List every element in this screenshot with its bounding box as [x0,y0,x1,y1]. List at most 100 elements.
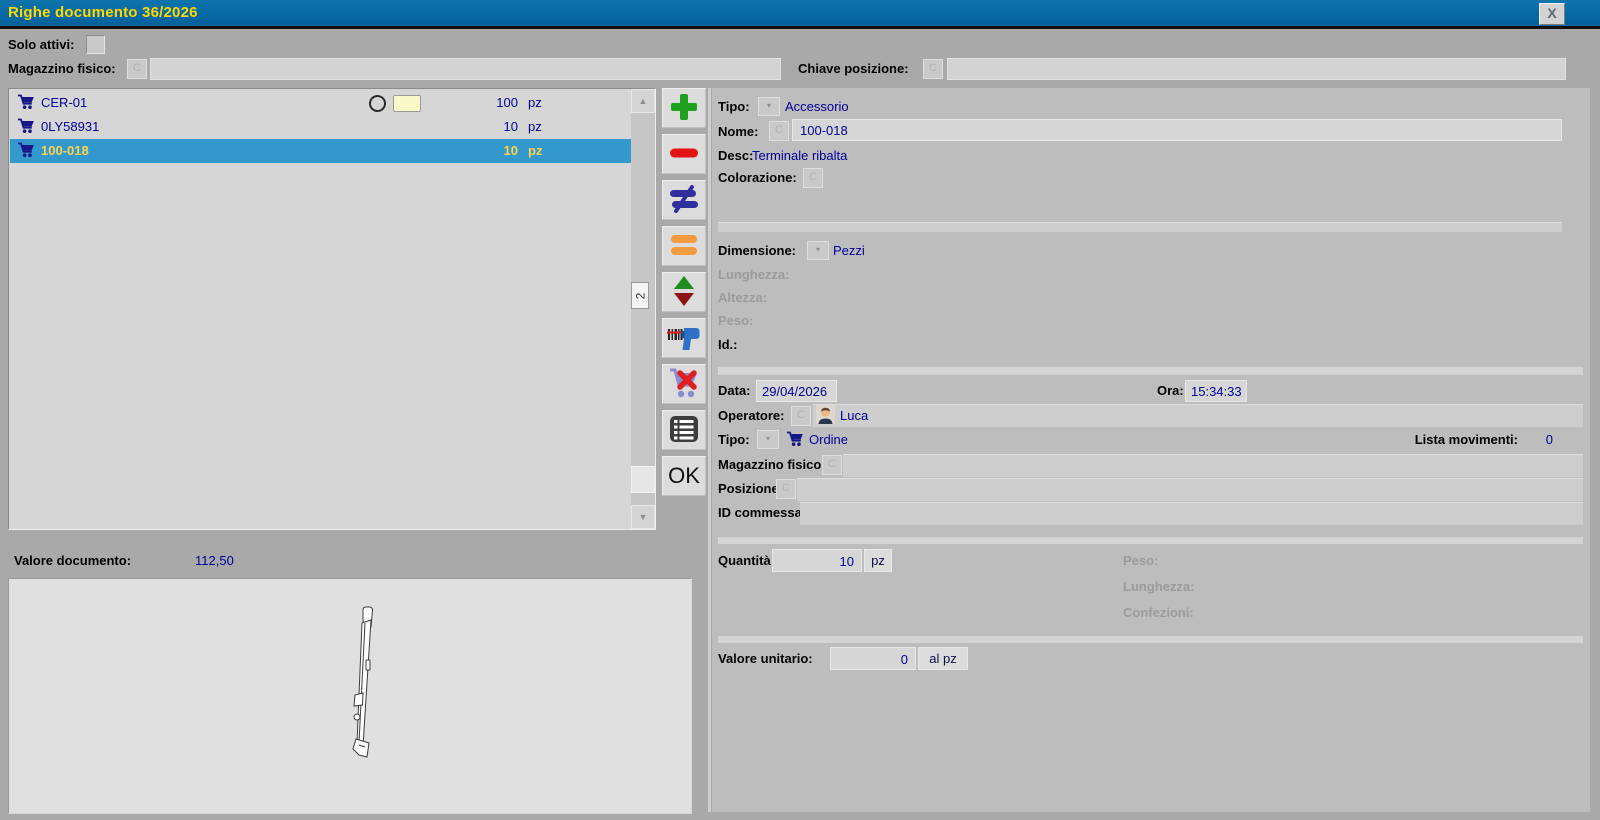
tipo-documento-label: Tipo: [718,432,750,447]
quantita-unit: pz [864,549,892,572]
peso-label: Peso: [718,313,753,328]
close-button[interactable]: X [1539,3,1565,25]
magazzino-fisico-label: Magazzino fisico: [8,61,116,76]
operator-avatar [816,405,835,427]
valore-unitario-unit: al pz [918,647,968,670]
colorazione-label: Colorazione: [718,170,797,185]
tipo-label: Tipo: [718,99,750,114]
window-title: Righe documento 36/2026 [8,4,198,21]
operatore-lookup-button[interactable]: C [791,406,811,426]
item-unit: pz [528,143,542,158]
id-commessa-field[interactable] [800,502,1583,525]
magazzino-doc-field[interactable] [843,454,1583,477]
list-scrollbar[interactable]: ▲ 2 ▼ [631,89,655,529]
chiave-posizione-label: Chiave posizione: [798,61,909,76]
ok-button[interactable]: OK [662,456,706,496]
plus-icon [669,92,699,125]
color-flag [393,95,421,112]
valore-unitario-input[interactable]: 0 [830,647,916,670]
status-circle-icon [369,95,386,112]
title-separator [0,26,1600,29]
lista-movimenti-value: 0 [1522,432,1553,447]
cart-icon [786,431,805,450]
remove-row-button[interactable] [662,134,706,174]
equals-icon [669,233,699,260]
note-field[interactable] [718,222,1562,232]
cancel-order-button[interactable] [662,364,706,404]
cart-icon [17,94,36,113]
dimensione-value: Pezzi [833,243,865,258]
item-drawing [339,605,389,768]
section-divider [718,367,1583,375]
data-input[interactable]: 29/04/2026 [756,380,837,402]
valore-unitario-label: Valore unitario: [718,651,813,666]
add-row-button[interactable] [662,88,706,128]
lunghezza-label: Lunghezza: [718,267,790,282]
colorazione-lookup-button[interactable]: C [803,168,823,188]
operatore-value: Luca [840,408,868,423]
cart-icon [17,118,36,137]
section-divider [718,636,1583,643]
item-code: CER-01 [41,95,87,110]
list-item[interactable]: 0LY58931 10 pz [10,115,631,139]
item-quantity: 10 [430,143,518,158]
cart-icon [17,142,36,161]
minus-icon [669,147,699,162]
operatore-field[interactable] [813,404,1583,427]
movements-table-button[interactable] [662,410,706,450]
section-divider [718,537,1583,544]
ok-label: OK [668,463,700,489]
nome-label: Nome: [718,124,758,139]
list-item[interactable]: CER-01 100 pz [10,91,631,115]
not-equal-icon [668,185,700,216]
item-quantity: 10 [430,119,518,134]
difference-button[interactable] [662,180,706,220]
up-down-arrows-icon [671,275,697,310]
posizione-field[interactable] [797,478,1583,501]
id-commessa-label: ID commessa: [718,505,806,520]
confezioni-ro-label: Confezioni: [1123,605,1194,620]
item-preview-panel [8,578,692,814]
detail-panel: Tipo: ▾ Accessorio Nome: C 100-018 Desc:… [712,88,1590,812]
chiave-posizione-input[interactable] [947,58,1566,80]
list-item-selected[interactable]: 100-018 10 pz [10,139,631,163]
table-icon [669,415,699,446]
ora-input[interactable]: 15:34:33 [1185,380,1247,402]
dimensione-dropdown[interactable]: ▾ [807,241,829,260]
posizione-label: Posizione: [718,481,783,496]
quantita-label: Quantità: [718,553,775,568]
chiave-posizione-lookup-button[interactable]: C [923,59,943,79]
desc-value: Terminale ribalta [752,148,847,163]
magazzino-fisico-lookup-button[interactable]: C [127,59,147,79]
tipo-documento-dropdown[interactable]: ▾ [757,430,779,449]
barcode-scanner-icon [667,322,701,355]
solo-attivi-checkbox[interactable] [86,35,105,54]
item-quantity: 100 [430,95,518,110]
tipo-value: Accessorio [785,99,849,114]
nome-value: 100-018 [800,123,848,138]
nome-lookup-button[interactable]: C [769,121,789,141]
lista-movimenti-label: Lista movimenti: [1362,432,1518,447]
magazzino-doc-lookup-button[interactable]: C [822,455,842,475]
tipo-dropdown[interactable]: ▾ [758,97,780,116]
scrollbar-thumb[interactable] [631,466,655,493]
cart-delete-icon [667,367,701,402]
panel-divider [708,88,711,812]
quantita-input[interactable]: 10 [772,549,862,572]
posizione-lookup-button[interactable]: C [776,479,796,499]
operatore-label: Operatore: [718,408,784,423]
item-code: 0LY58931 [41,119,99,134]
scroll-position-badge: 2 [631,282,649,309]
item-unit: pz [528,119,542,134]
scroll-up-icon[interactable]: ▲ [631,89,655,113]
magazzino-fisico-doc-label: Magazzino fisico: [718,457,826,472]
sort-button[interactable] [662,272,706,312]
ora-label: Ora: [1157,383,1184,398]
altezza-label: Altezza: [718,290,767,305]
barcode-scanner-button[interactable] [662,318,706,358]
magazzino-fisico-input[interactable] [150,58,781,80]
lunghezza-ro-label: Lunghezza: [1123,579,1195,594]
equals-button[interactable] [662,226,706,266]
scroll-down-icon[interactable]: ▼ [631,505,655,529]
nome-input[interactable]: 100-018 [792,119,1562,141]
